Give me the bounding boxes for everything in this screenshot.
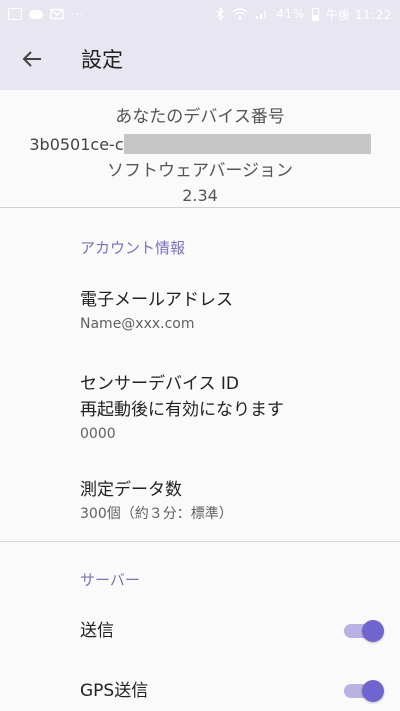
pref-email-title: 電子メールアドレス	[80, 290, 233, 310]
device-number-row: 3b0501ce-c	[0, 131, 400, 157]
status-right: 41% 午後 11:22	[215, 6, 392, 23]
app-bar: 設定	[0, 28, 400, 90]
software-version-value: 2.34	[182, 186, 218, 205]
cloud-icon	[29, 9, 43, 19]
pref-measurement-title: 測定データ数	[80, 480, 182, 500]
page-title: 設定	[81, 48, 123, 72]
pref-sensor-value: 0000	[80, 426, 116, 442]
status-left: ···	[8, 7, 84, 21]
clock: 午後 11:22	[325, 7, 392, 22]
redacted-block	[123, 134, 371, 154]
back-button[interactable]	[20, 47, 44, 71]
section-header-server: サーバー	[80, 571, 140, 589]
status-bar: ··· 41% 午後 11:22	[0, 0, 400, 28]
bluetooth-icon	[216, 7, 225, 21]
pref-gps-send[interactable]: GPS送信	[0, 678, 400, 704]
gps-send-toggle[interactable]	[344, 680, 384, 702]
gallery-icon	[8, 8, 22, 20]
signal-icon	[256, 11, 267, 19]
device-number-label: あなたのデバイス番号	[115, 107, 285, 127]
send-toggle-thumb	[362, 620, 384, 642]
arrow-left-icon	[22, 51, 41, 67]
software-version-label: ソフトウェアバージョン	[107, 161, 293, 181]
pref-sensor-title-line2: 再起動後に有効になります	[80, 400, 284, 420]
pref-email[interactable]: 電子メールアドレス Name@xxx.com	[0, 287, 400, 335]
pref-sensor-device-id[interactable]: センサーデバイス ID 再起動後に有効になります 0000	[0, 371, 400, 445]
device-info-panel: あなたのデバイス番号 3b0501ce-c ソフトウェアバージョン 2.34	[0, 90, 400, 208]
more-notifications-icon: ···	[71, 7, 84, 21]
pref-send[interactable]: 送信	[0, 618, 400, 644]
pref-measurement-value: 300個（約３分：標準）	[80, 506, 233, 522]
battery-icon	[311, 7, 319, 21]
wifi-icon	[232, 8, 248, 20]
pref-sensor-title-line1: センサーデバイス ID	[80, 374, 239, 394]
gps-send-toggle-thumb	[362, 680, 384, 702]
section-header-account: アカウント情報	[80, 239, 186, 257]
pref-measurement-count[interactable]: 測定データ数 300個（約３分：標準）	[0, 477, 400, 525]
mail-icon	[50, 8, 64, 20]
battery-percent: 41%	[276, 7, 305, 21]
device-number-value: 3b0501ce-c	[29, 134, 124, 154]
pref-email-value: Name@xxx.com	[80, 316, 195, 332]
send-toggle[interactable]	[344, 620, 384, 642]
